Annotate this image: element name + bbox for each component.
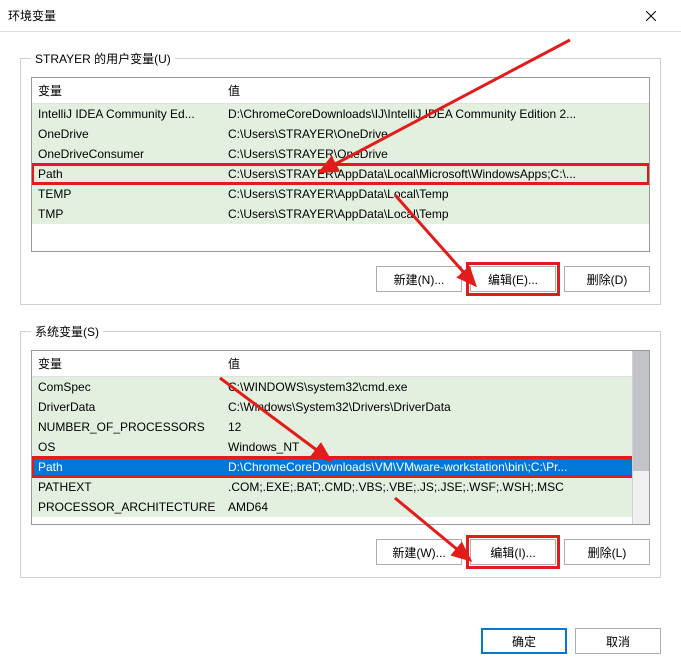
system-vars-legend: 系统变量(S) <box>31 323 103 340</box>
table-row[interactable]: TMPC:\Users\STRAYER\AppData\Local\Temp <box>32 204 649 224</box>
window-title: 环境变量 <box>8 7 629 24</box>
scroll-thumb[interactable] <box>633 351 649 471</box>
user-vars-table-wrap: 变量 值 IntelliJ IDEA Community Ed...D:\Chr… <box>31 77 650 252</box>
table-row[interactable]: OSWindows_NT <box>32 437 649 457</box>
ok-button[interactable]: 确定 <box>481 628 567 654</box>
system-vars-table[interactable]: 变量 值 ComSpecC:\WINDOWS\system32\cmd.exe … <box>32 351 649 517</box>
system-edit-button[interactable]: 编辑(I)... <box>470 539 556 565</box>
table-row[interactable]: IntelliJ IDEA Community Ed...D:\ChromeCo… <box>32 104 649 125</box>
user-vars-table[interactable]: 变量 值 IntelliJ IDEA Community Ed...D:\Chr… <box>32 78 649 224</box>
system-vars-table-wrap: 变量 值 ComSpecC:\WINDOWS\system32\cmd.exe … <box>31 350 650 525</box>
table-row[interactable]: NUMBER_OF_PROCESSORS12 <box>32 417 649 437</box>
sys-col-name: 变量 <box>32 351 222 377</box>
user-vars-group: STRAYER 的用户变量(U) 变量 值 IntelliJ IDEA Comm… <box>20 50 661 305</box>
user-vars-legend: STRAYER 的用户变量(U) <box>31 50 175 67</box>
table-row[interactable]: DriverDataC:\Windows\System32\Drivers\Dr… <box>32 397 649 417</box>
table-row-path[interactable]: PathC:\Users\STRAYER\AppData\Local\Micro… <box>32 164 649 184</box>
user-col-name: 变量 <box>32 78 222 104</box>
user-delete-button[interactable]: 删除(D) <box>564 266 650 292</box>
cancel-button[interactable]: 取消 <box>575 628 661 654</box>
close-button[interactable] <box>629 1 673 31</box>
system-vars-scrollbar[interactable] <box>632 351 649 524</box>
table-row[interactable]: OneDriveC:\Users\STRAYER\OneDrive <box>32 124 649 144</box>
sys-col-value: 值 <box>222 351 649 377</box>
user-new-button[interactable]: 新建(N)... <box>376 266 462 292</box>
close-icon <box>646 11 656 21</box>
table-row[interactable]: OneDriveConsumerC:\Users\STRAYER\OneDriv… <box>32 144 649 164</box>
titlebar: 环境变量 <box>0 0 681 32</box>
table-row[interactable]: PROCESSOR_ARCHITECTUREAMD64 <box>32 497 649 517</box>
system-delete-button[interactable]: 删除(L) <box>564 539 650 565</box>
table-row-path[interactable]: PathD:\ChromeCoreDownloads\VM\VMware-wor… <box>32 457 649 477</box>
system-new-button[interactable]: 新建(W)... <box>376 539 462 565</box>
user-edit-button[interactable]: 编辑(E)... <box>470 266 556 292</box>
table-row[interactable]: PATHEXT.COM;.EXE;.BAT;.CMD;.VBS;.VBE;.JS… <box>32 477 649 497</box>
table-row[interactable]: ComSpecC:\WINDOWS\system32\cmd.exe <box>32 377 649 398</box>
user-col-value: 值 <box>222 78 649 104</box>
table-row[interactable]: TEMPC:\Users\STRAYER\AppData\Local\Temp <box>32 184 649 204</box>
system-vars-group: 系统变量(S) 变量 值 ComSpecC:\WINDOWS\system32\… <box>20 323 661 578</box>
